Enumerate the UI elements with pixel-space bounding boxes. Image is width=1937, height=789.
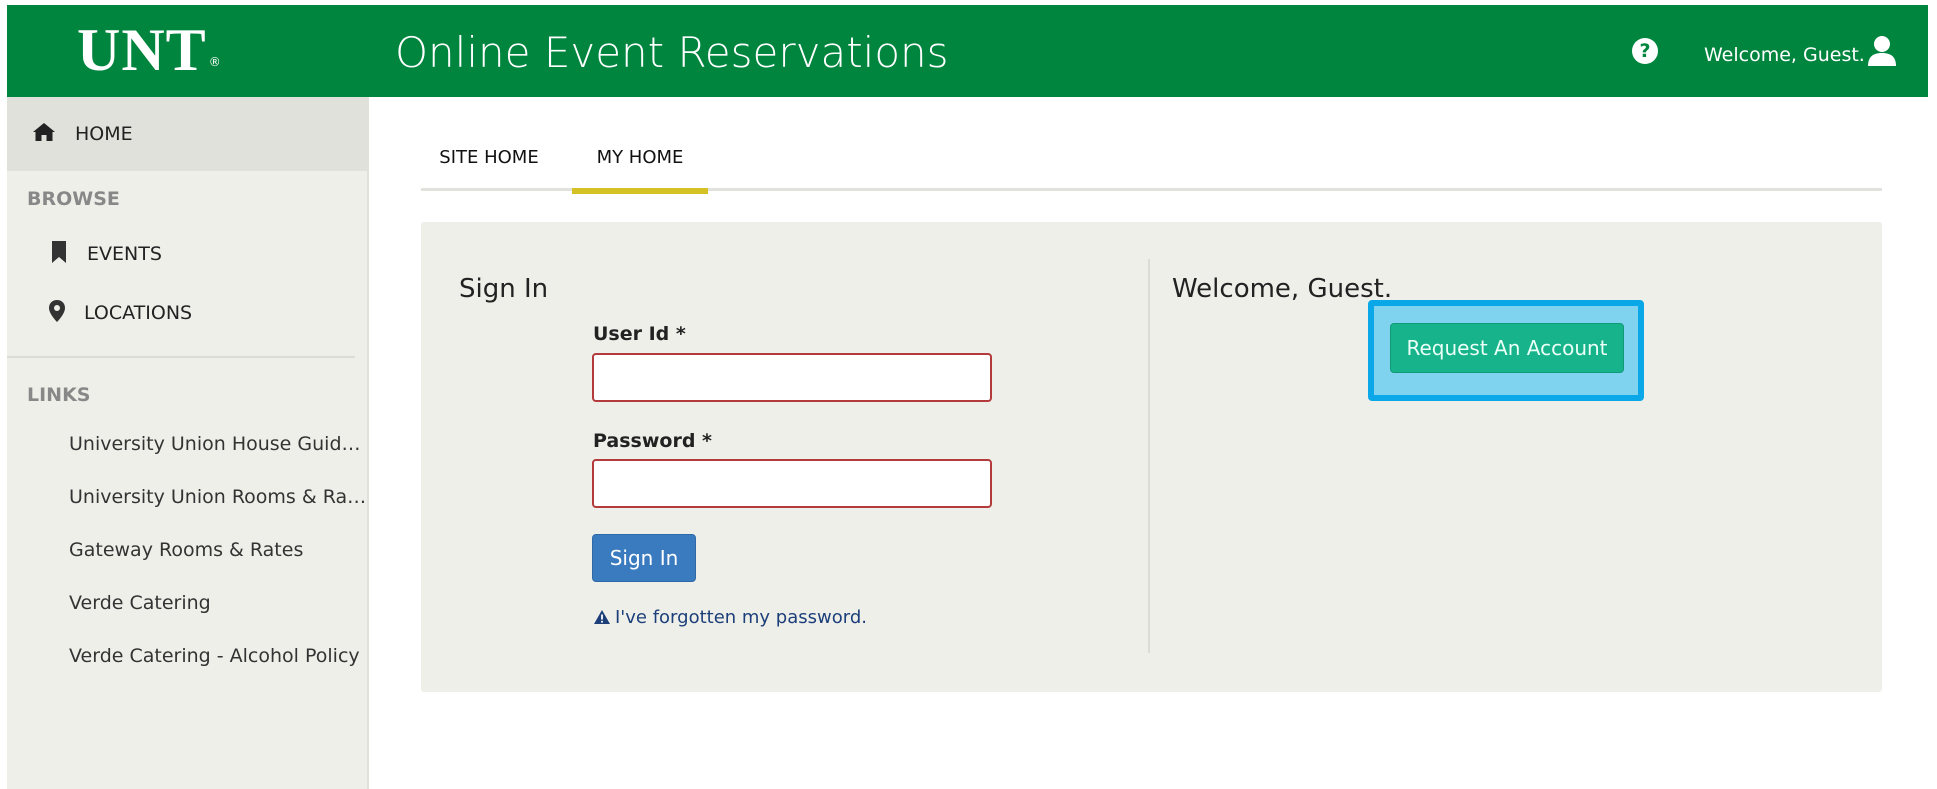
signin-title: Sign In (459, 274, 549, 304)
forgot-password-label: I've forgotten my password. (615, 607, 867, 628)
sidebar-item-label: HOME (75, 123, 133, 145)
request-account-button[interactable]: Request An Account (1390, 323, 1624, 373)
sidebar-divider (7, 356, 355, 358)
user-icon[interactable] (1867, 35, 1897, 67)
sidebar-item-locations[interactable]: LOCATIONS (7, 292, 367, 332)
password-input[interactable] (592, 459, 992, 508)
user-id-label: User Id * (593, 323, 686, 345)
user-id-input[interactable] (592, 353, 992, 402)
tab-bar: SITE HOME MY HOME (421, 97, 1882, 194)
sidebar-link[interactable]: Verde Catering (69, 591, 369, 615)
sidebar: HOME BROWSE EVENTS LOCATIONS LINKS Unive… (7, 97, 369, 789)
sidebar-link[interactable]: Verde Catering - Alcohol Policy (69, 644, 369, 668)
header-welcome-text: Welcome, Guest. (1704, 44, 1865, 66)
bookmark-icon (52, 241, 66, 263)
sign-in-button[interactable]: Sign In (592, 534, 696, 582)
tab-site-home[interactable]: SITE HOME (427, 97, 551, 191)
registered-mark: ® (208, 55, 222, 69)
main-panel: Sign In User Id * Password * Sign In I'v… (421, 222, 1882, 692)
sidebar-link[interactable]: Gateway Rooms & Rates (69, 538, 369, 562)
top-header: UNT ® Online Event Reservations ? Welcome… (7, 5, 1928, 97)
sidebar-item-label: LOCATIONS (84, 302, 193, 324)
links-heading: LINKS (27, 384, 91, 406)
browse-heading: BROWSE (27, 188, 120, 210)
unt-logo[interactable]: UNT ® (77, 15, 222, 85)
forgot-password-link[interactable]: I've forgotten my password. (593, 607, 867, 629)
app-title: Online Event Reservations (395, 28, 949, 77)
map-marker-icon (49, 300, 65, 322)
panel-divider (1148, 259, 1150, 653)
home-icon (33, 123, 55, 141)
sidebar-item-home[interactable]: HOME (7, 97, 367, 171)
sidebar-item-label: EVENTS (87, 243, 162, 265)
question-circle-icon[interactable]: ? (1632, 38, 1658, 64)
sidebar-link[interactable]: University Union House Guideli... (69, 432, 369, 456)
welcome-title: Welcome, Guest. (1172, 274, 1393, 304)
sidebar-item-events[interactable]: EVENTS (7, 233, 367, 273)
tab-my-home[interactable]: MY HOME (572, 97, 708, 194)
sidebar-link[interactable]: University Union Rooms & Rates (69, 485, 369, 509)
password-label: Password * (593, 430, 712, 452)
warning-icon (594, 610, 610, 624)
